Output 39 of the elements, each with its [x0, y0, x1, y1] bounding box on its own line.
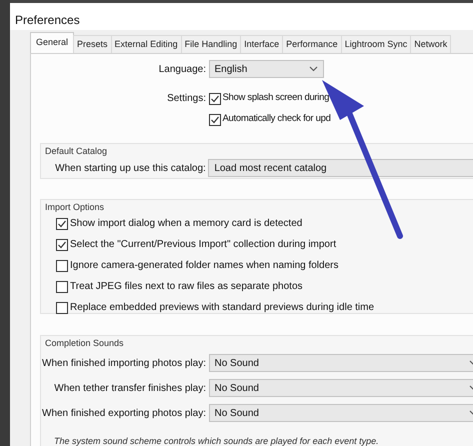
group-title: Completion Sounds	[44, 337, 125, 349]
checkbox[interactable]	[56, 218, 68, 230]
dropdown-value: English	[214, 62, 248, 76]
dropdown[interactable]: No Sound	[208, 354, 473, 372]
checkbox[interactable]	[56, 238, 68, 250]
checkbox-label: Replace embedded previews with standard previews during idle time	[70, 301, 374, 315]
field-label: When tether transfer finishes play:	[53, 382, 206, 396]
checkbox[interactable]	[208, 114, 220, 126]
checkbox-label: Treat JPEG files next to raw files as separate photos	[70, 280, 303, 294]
field-label: When starting up use this catalog:	[54, 162, 206, 176]
group-title: Import Options	[44, 201, 106, 213]
group-title: Default Catalog	[44, 145, 108, 157]
dropdown[interactable]: No Sound	[208, 404, 473, 422]
window-title: Preferences	[15, 13, 80, 27]
field-label: Language:	[158, 62, 206, 76]
checkbox[interactable]	[56, 260, 68, 272]
checkbox-label: Ignore camera-generated folder names when naming folders	[70, 259, 338, 273]
checkbox-label: Show splash screen during	[222, 91, 330, 106]
dropdown-value: Load most recent catalog	[214, 162, 327, 176]
dropdown[interactable]: Load most recent catalog	[208, 159, 473, 177]
note-text: The system sound scheme controls which sounds are played for each event type.	[54, 435, 380, 446]
dropdown-value: No Sound	[214, 382, 259, 396]
checkbox-label: Show import dialog when a memory card is detected	[70, 217, 302, 231]
tab[interactable]: Presets	[73, 35, 112, 53]
dropdown-value: No Sound	[214, 406, 259, 420]
checkbox-label: Automatically check for upd	[222, 112, 331, 126]
checkbox[interactable]	[56, 280, 68, 292]
dropdown[interactable]: No Sound	[208, 379, 473, 397]
dropdown[interactable]: English	[208, 60, 324, 78]
tab[interactable]: General	[30, 32, 74, 53]
chevron-down-icon	[308, 66, 318, 72]
field-label: When finished exporting photos play:	[41, 406, 206, 420]
checkbox[interactable]	[208, 92, 220, 104]
tab[interactable]: Network	[410, 35, 452, 53]
field-label: When finished importing photos play:	[41, 356, 206, 370]
checkbox[interactable]	[56, 302, 68, 314]
field-label: Settings:	[167, 93, 206, 104]
checkbox-label: Select the "Current/Previous Import" collection during import	[70, 238, 336, 252]
dropdown-value: No Sound	[214, 356, 259, 370]
